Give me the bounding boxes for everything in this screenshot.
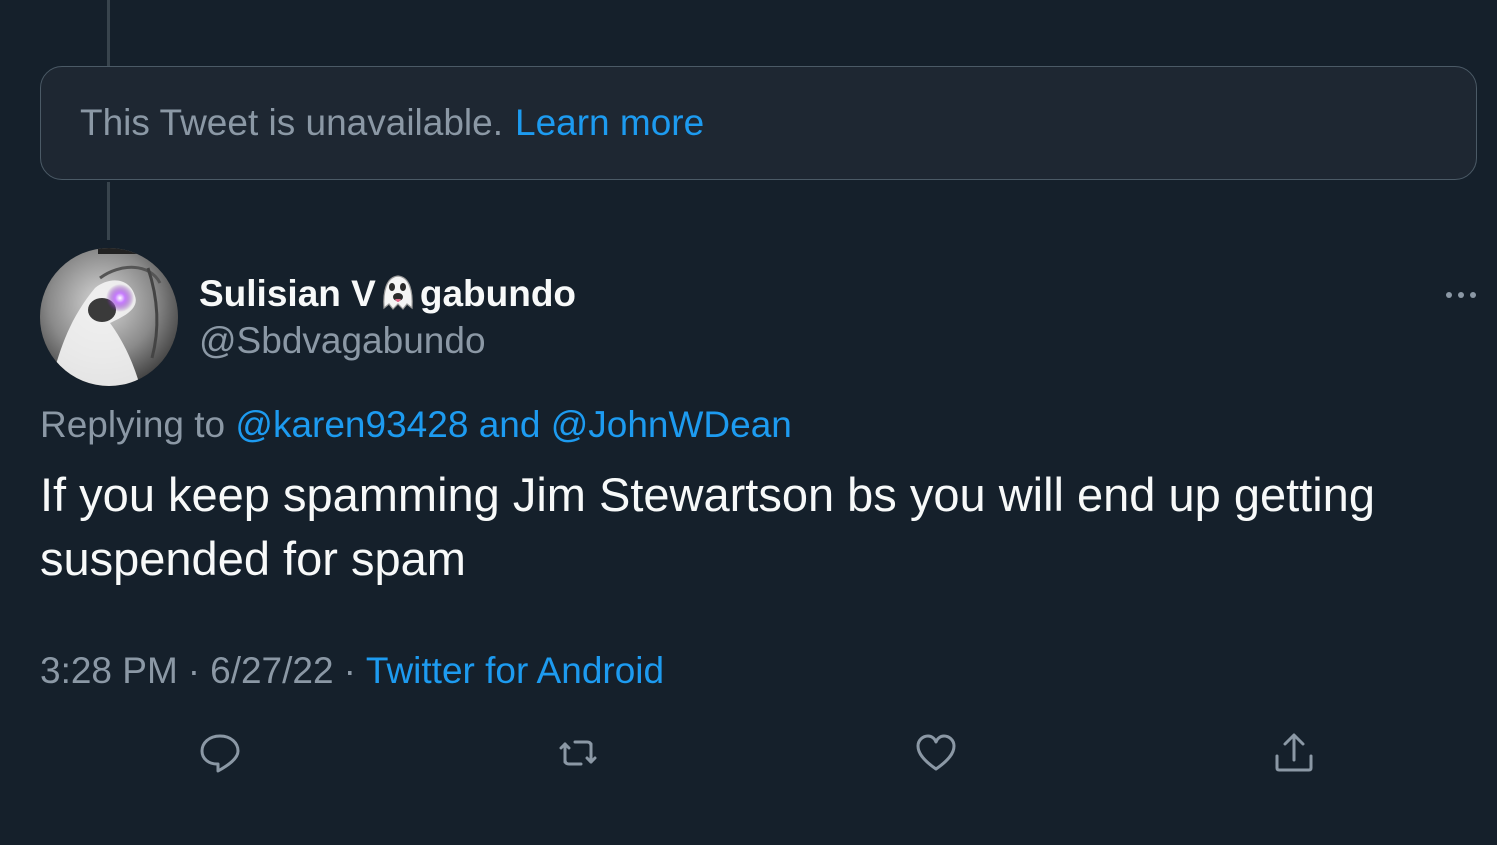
meta-separator: · <box>187 650 201 691</box>
tweet-source[interactable]: Twitter for Android <box>366 650 664 691</box>
replying-to-line: Replying to @karen93428 and @JohnWDean <box>40 404 792 446</box>
display-name-part-1: Sulisian V <box>199 273 376 314</box>
unavailable-tweet-card: This Tweet is unavailable. Learn more <box>40 66 1477 180</box>
thread-line-top <box>107 0 110 66</box>
tweet-metadata: 3:28 PM · 6/27/22 · Twitter for Android <box>40 650 664 692</box>
tweet-detail-page: This Tweet is unavailable. Learn more Su… <box>0 0 1497 845</box>
thread-line-connector <box>107 182 110 240</box>
tweet-time[interactable]: 3:28 PM <box>40 650 178 691</box>
display-name[interactable]: Sulisian V gabundo <box>199 272 576 315</box>
learn-more-link[interactable]: Learn more <box>515 102 704 144</box>
user-handle[interactable]: @Sbdvagabundo <box>199 320 486 362</box>
tweet-date[interactable]: 6/27/22 <box>210 650 333 691</box>
ghost-emoji-icon <box>378 272 418 312</box>
display-name-part-2: gabundo <box>419 273 577 314</box>
share-icon[interactable] <box>1271 730 1317 776</box>
meta-separator: · <box>343 650 356 691</box>
reply-mention-2[interactable]: @JohnWDean <box>551 404 792 445</box>
tweet-text: If you keep spamming Jim Stewartson bs y… <box>40 468 1375 585</box>
replying-to-label: Replying to <box>40 404 226 445</box>
retweet-icon[interactable] <box>555 730 601 776</box>
avatar-image <box>40 248 178 386</box>
reply-mention-conjunction: and <box>478 404 541 445</box>
avatar[interactable] <box>40 248 178 386</box>
unavailable-message: This Tweet is unavailable. <box>80 102 503 143</box>
more-icon[interactable] <box>1440 282 1482 308</box>
heart-icon[interactable] <box>913 730 959 776</box>
reply-mention-1[interactable]: @karen93428 <box>235 404 468 445</box>
reply-icon[interactable] <box>197 730 243 776</box>
